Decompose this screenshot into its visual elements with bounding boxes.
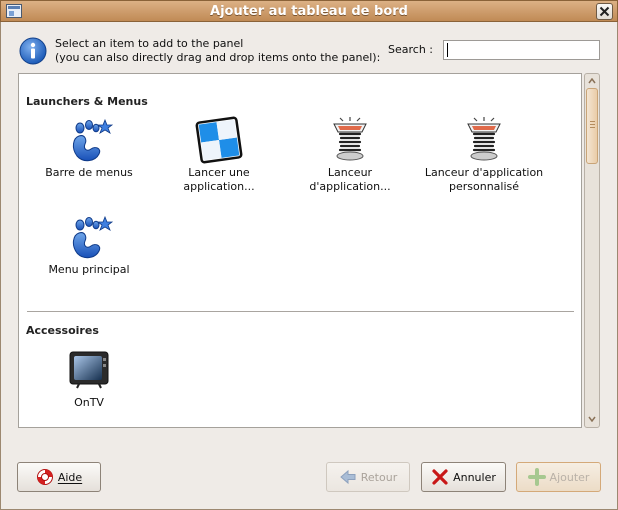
items-list[interactable]: Launchers & Menus Barre de menus Lancer … bbox=[18, 73, 582, 428]
lifebuoy-icon bbox=[36, 469, 53, 485]
info-icon bbox=[19, 37, 47, 65]
item-label: Lanceur bbox=[327, 166, 373, 179]
scroll-thumb[interactable] bbox=[586, 88, 598, 164]
item-menu-principal[interactable]: Menu principal bbox=[23, 213, 155, 277]
cancel-button-label: Annuler bbox=[453, 470, 496, 484]
item-label: Menu principal bbox=[48, 263, 130, 276]
item-label-2: application... bbox=[183, 180, 255, 193]
item-label: Lanceur d'application bbox=[424, 166, 544, 179]
chevron-down-icon bbox=[588, 416, 596, 422]
add-plus-icon bbox=[527, 468, 546, 486]
gnome-foot-icon bbox=[72, 118, 113, 162]
item-lanceur-personnalise[interactable]: Lanceur d'application personnalisé bbox=[418, 116, 550, 194]
gnome-foot-icon bbox=[72, 215, 113, 259]
launcher-spring-icon bbox=[333, 117, 367, 161]
arrow-left-icon bbox=[339, 469, 356, 485]
item-label: OnTV bbox=[74, 396, 104, 409]
instruction-text: Select an item to add to the panel (you … bbox=[55, 37, 380, 65]
vertical-scrollbar[interactable] bbox=[584, 73, 600, 428]
cancel-button[interactable]: Annuler bbox=[421, 462, 506, 492]
close-icon bbox=[599, 6, 610, 17]
item-label: Lancer une bbox=[188, 166, 250, 179]
item-label-2: personnalisé bbox=[448, 180, 520, 193]
scroll-up-button[interactable] bbox=[586, 75, 598, 87]
section-title-launchers: Launchers & Menus bbox=[26, 95, 148, 108]
scroll-down-button[interactable] bbox=[586, 413, 598, 425]
item-label-2: d'application... bbox=[309, 180, 391, 193]
add-button[interactable]: Ajouter bbox=[516, 462, 601, 492]
item-barre-de-menus[interactable]: Barre de menus bbox=[23, 116, 155, 180]
help-button[interactable]: Aide bbox=[17, 462, 101, 492]
instruction-line-2: (you can also directly drag and drop ite… bbox=[55, 51, 381, 64]
back-button-label: Retour bbox=[360, 470, 398, 484]
run-application-icon bbox=[195, 116, 243, 164]
cancel-x-icon bbox=[432, 469, 448, 485]
add-button-label: Ajouter bbox=[549, 470, 590, 484]
section-title-accessoires: Accessoires bbox=[26, 324, 99, 337]
close-button[interactable] bbox=[596, 3, 613, 20]
item-lanceur-application[interactable]: Lanceur d'application... bbox=[284, 116, 416, 194]
window-title: Ajouter au tableau de bord bbox=[210, 3, 408, 19]
grip-line bbox=[590, 121, 595, 122]
help-button-label: Aide bbox=[57, 470, 83, 484]
title-bar[interactable]: Ajouter au tableau de bord bbox=[0, 0, 618, 22]
tv-icon bbox=[69, 351, 109, 389]
launcher-spring-icon bbox=[467, 117, 501, 161]
item-lancer-une-application[interactable]: Lancer une application... bbox=[153, 116, 285, 194]
search-input[interactable] bbox=[443, 40, 600, 60]
item-ontv[interactable]: OnTV bbox=[23, 346, 155, 410]
section-separator bbox=[27, 311, 574, 312]
item-label: Barre de menus bbox=[45, 166, 133, 179]
grip-line bbox=[590, 124, 595, 125]
grip-line bbox=[590, 127, 595, 128]
search-label: Search : bbox=[388, 43, 433, 56]
instruction-line-1: Select an item to add to the panel bbox=[55, 37, 244, 50]
text-cursor bbox=[447, 43, 448, 57]
panel-app-icon bbox=[6, 4, 22, 18]
back-button[interactable]: Retour bbox=[326, 462, 410, 492]
chevron-up-icon bbox=[588, 78, 596, 84]
